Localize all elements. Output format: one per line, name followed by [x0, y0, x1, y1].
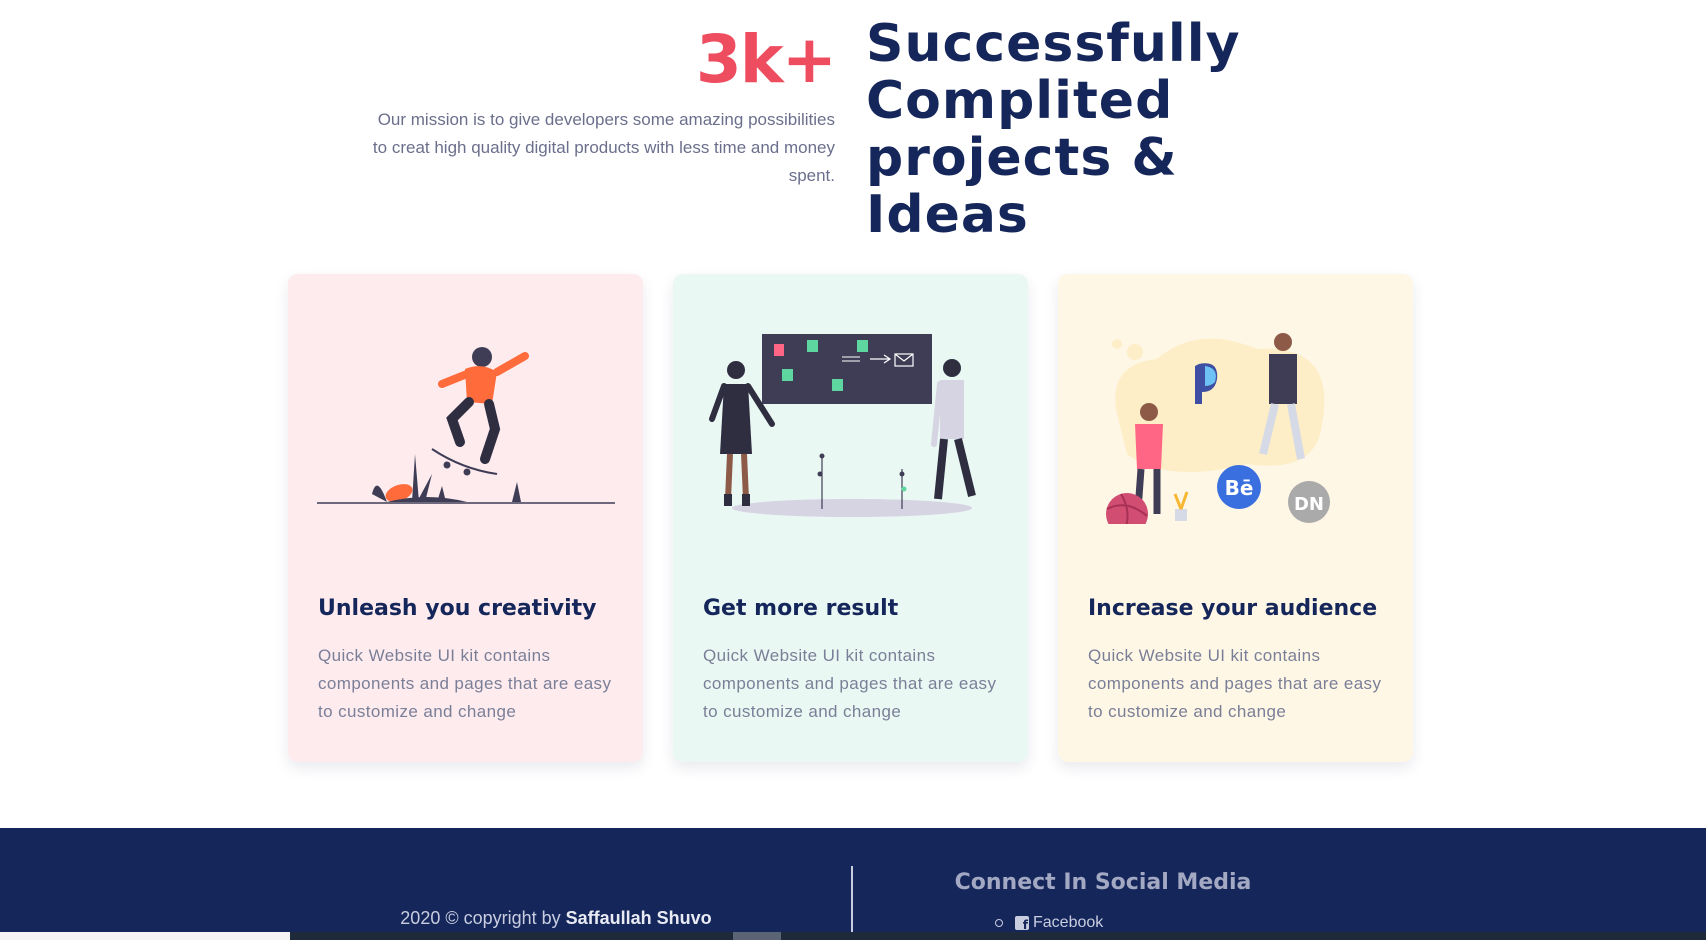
copyright-author: Saffaullah Shuvo	[565, 908, 712, 928]
social-link-facebook[interactable]: Facebook	[995, 914, 1103, 932]
whiteboard-illustration	[709, 334, 976, 517]
site-footer: 2020 © copyright by Saffaullah Shuvo Con…	[0, 828, 1706, 940]
feature-card-results: Get more result Quick Website UI kit con…	[673, 274, 1028, 762]
stat-heading-line: Complited	[866, 71, 1174, 131]
social-links-list: Facebook	[995, 914, 1103, 932]
card-title: Get more result	[703, 596, 899, 621]
stat-heading: Successfully Complited projects & Ideas	[866, 16, 1326, 244]
stat-left-column: 3k+ Our mission is to give developers so…	[365, 21, 837, 190]
card-text: Quick Website UI kit contains components…	[1088, 646, 1382, 721]
card-text: Quick Website UI kit contains components…	[703, 646, 997, 721]
stats-section: 3k+ Our mission is to give developers so…	[0, 0, 1706, 244]
svg-text:DN: DN	[1294, 494, 1324, 515]
horizontal-scrollbar[interactable]	[0, 932, 1706, 940]
scrollbar-thumb[interactable]	[733, 932, 781, 940]
feature-cards: Unleash you creativity Quick Website UI …	[288, 274, 1418, 764]
copyright-text: 2020 © copyright by Saffaullah Shuvo	[0, 908, 852, 929]
svg-text:Bē: Bē	[1225, 476, 1254, 500]
skateboarder-illustration	[317, 347, 615, 504]
feature-card-audience: Bē DN Increase your audience Quick Websi…	[1058, 274, 1413, 762]
mission-text: Our mission is to give developers some a…	[372, 110, 835, 185]
facebook-icon	[1015, 916, 1029, 932]
social-link-label[interactable]: Facebook	[1033, 914, 1103, 932]
stat-number: 3k+	[695, 21, 837, 98]
copyright-prefix: 2020 © copyright by	[400, 908, 566, 928]
card-title: Increase your audience	[1088, 596, 1378, 621]
list-bullet	[995, 919, 1003, 927]
social-media-illustration: Bē DN	[1106, 333, 1330, 524]
feature-card-creativity: Unleash you creativity Quick Website UI …	[288, 274, 643, 762]
card-text: Quick Website UI kit contains components…	[318, 646, 612, 721]
social-media-title: Connect In Social Media	[954, 870, 1252, 895]
stat-heading-line: Successfully	[866, 14, 1241, 74]
card-title: Unleash you creativity	[318, 596, 597, 621]
stat-heading-line: projects & Ideas	[866, 128, 1178, 245]
scrollbar-track-segment	[0, 932, 290, 940]
